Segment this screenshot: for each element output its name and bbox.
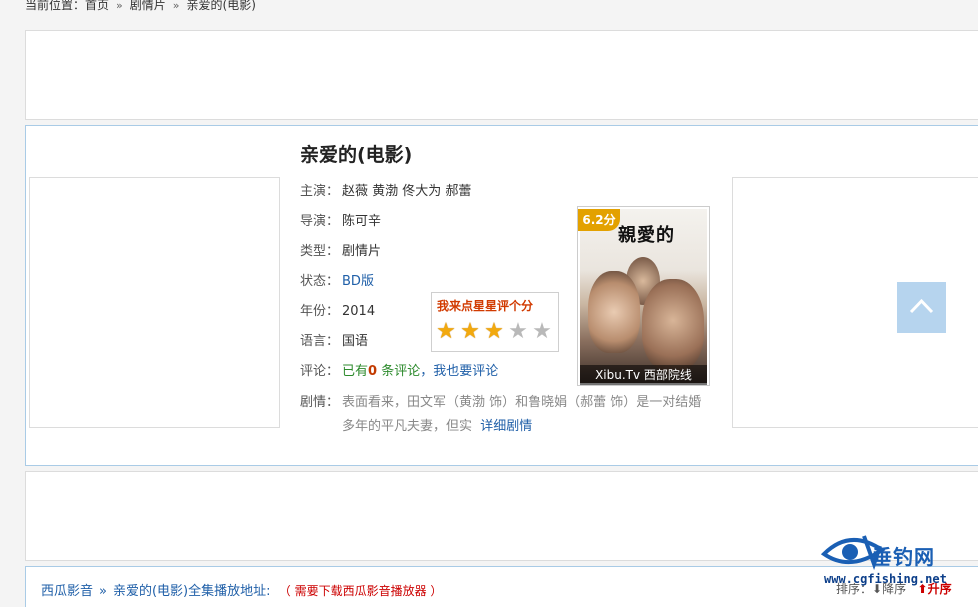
- info-label: 年份：: [300, 304, 340, 319]
- movie-detail-panel: 亲爱的(电影) 主演： 赵薇 黄渤 佟大为 郝蕾 导演： 陈可辛 类型： 剧情片 状态…: [25, 125, 978, 466]
- star-icon[interactable]: ★: [434, 321, 458, 343]
- director-value: 陈可辛: [342, 214, 382, 229]
- star-icon[interactable]: ★: [506, 321, 530, 343]
- breadcrumb-home-link[interactable]: 首页: [85, 0, 109, 12]
- back-to-top-button[interactable]: [897, 282, 946, 333]
- poster-figure: [642, 279, 704, 371]
- genre-value: 剧情片: [342, 244, 382, 259]
- playlist-title: 亲爱的(电影)全集播放地址:: [112, 584, 271, 599]
- year-value: 2014: [342, 304, 376, 319]
- poster-title: 親愛的: [618, 225, 675, 246]
- playlist-header: 西瓜影音 » 亲爱的(电影)全集播放地址: （ 需要下载西瓜影音播放器 ）: [41, 580, 442, 599]
- info-label: 状态：: [300, 274, 340, 289]
- poster-caption: Xibu.Tv 西部院线: [580, 365, 707, 385]
- plot-more-link[interactable]: 详细剧情: [480, 419, 532, 434]
- site-watermark: 垂钓网 www.cgfishing.net: [820, 528, 978, 590]
- poster-figure: [588, 271, 640, 353]
- star-icon[interactable]: ★: [458, 321, 482, 343]
- poster-image: 親愛的: [580, 209, 707, 383]
- breadcrumb-separator: »: [116, 0, 123, 12]
- actors-value: 赵薇 黄渤 佟大为 郝蕾: [342, 184, 472, 199]
- star-icon[interactable]: ★: [482, 321, 506, 343]
- movie-poster[interactable]: 親愛的 6.2分 Xibu.Tv 西部院线: [577, 206, 710, 386]
- comments-comma: ，: [420, 364, 434, 379]
- info-row-plot: 剧情： 表面看来，田文军（黄渤 饰）和鲁晓娟（郝蕾 饰）是一对结婚多年的平凡夫妻，…: [300, 391, 702, 434]
- breadcrumb-category-link[interactable]: 剧情片: [130, 0, 166, 12]
- info-label: 类型：: [300, 244, 340, 259]
- player-source-link[interactable]: 西瓜影音: [41, 584, 93, 599]
- top-banner-panel: [25, 30, 978, 120]
- info-label: 剧情：: [300, 395, 340, 410]
- comments-count: 0: [368, 364, 378, 379]
- breadcrumb-current: 亲爱的(电影): [186, 0, 256, 12]
- download-player-note[interactable]: （ 需要下载西瓜影音播放器 ）: [279, 584, 443, 598]
- playlist-separator: »: [99, 584, 107, 599]
- score-badge: 6.2分: [578, 209, 620, 231]
- watermark-name: 垂钓网: [872, 545, 935, 569]
- info-label: 语言：: [300, 334, 340, 349]
- comments-link[interactable]: 条评论: [377, 364, 420, 379]
- info-label: 导演：: [300, 214, 340, 229]
- rating-stars: ★ ★ ★ ★ ★: [434, 321, 554, 343]
- rating-widget: 我来点星星评个分 ★ ★ ★ ★ ★: [431, 292, 559, 352]
- write-comment-link[interactable]: 我也要评论: [433, 364, 498, 379]
- rating-title: 我来点星星评个分: [437, 299, 534, 313]
- comments-prefix: 已有: [342, 364, 369, 379]
- status-value: BD版: [342, 274, 374, 289]
- watermark-url: www.cgfishing.net: [824, 572, 947, 586]
- movie-title: 亲爱的(电影): [300, 144, 413, 166]
- breadcrumb-separator: »: [172, 0, 180, 12]
- chevron-up-icon: [909, 298, 934, 314]
- language-value: 国语: [342, 334, 369, 349]
- breadcrumb-prefix: 当前位置：: [25, 0, 86, 12]
- breadcrumb: 当前位置：首页 » 剧情片 » 亲爱的(电影): [25, 0, 256, 13]
- info-label: 评论：: [300, 364, 340, 379]
- star-icon[interactable]: ★: [530, 321, 554, 343]
- plot-text: 表面看来，田文军（黄渤 饰）和鲁晓娟（郝蕾 饰）是一对结婚多年的平凡夫妻，但实 …: [342, 391, 702, 439]
- left-ad-box: [29, 177, 280, 428]
- info-label: 主演：: [300, 184, 340, 199]
